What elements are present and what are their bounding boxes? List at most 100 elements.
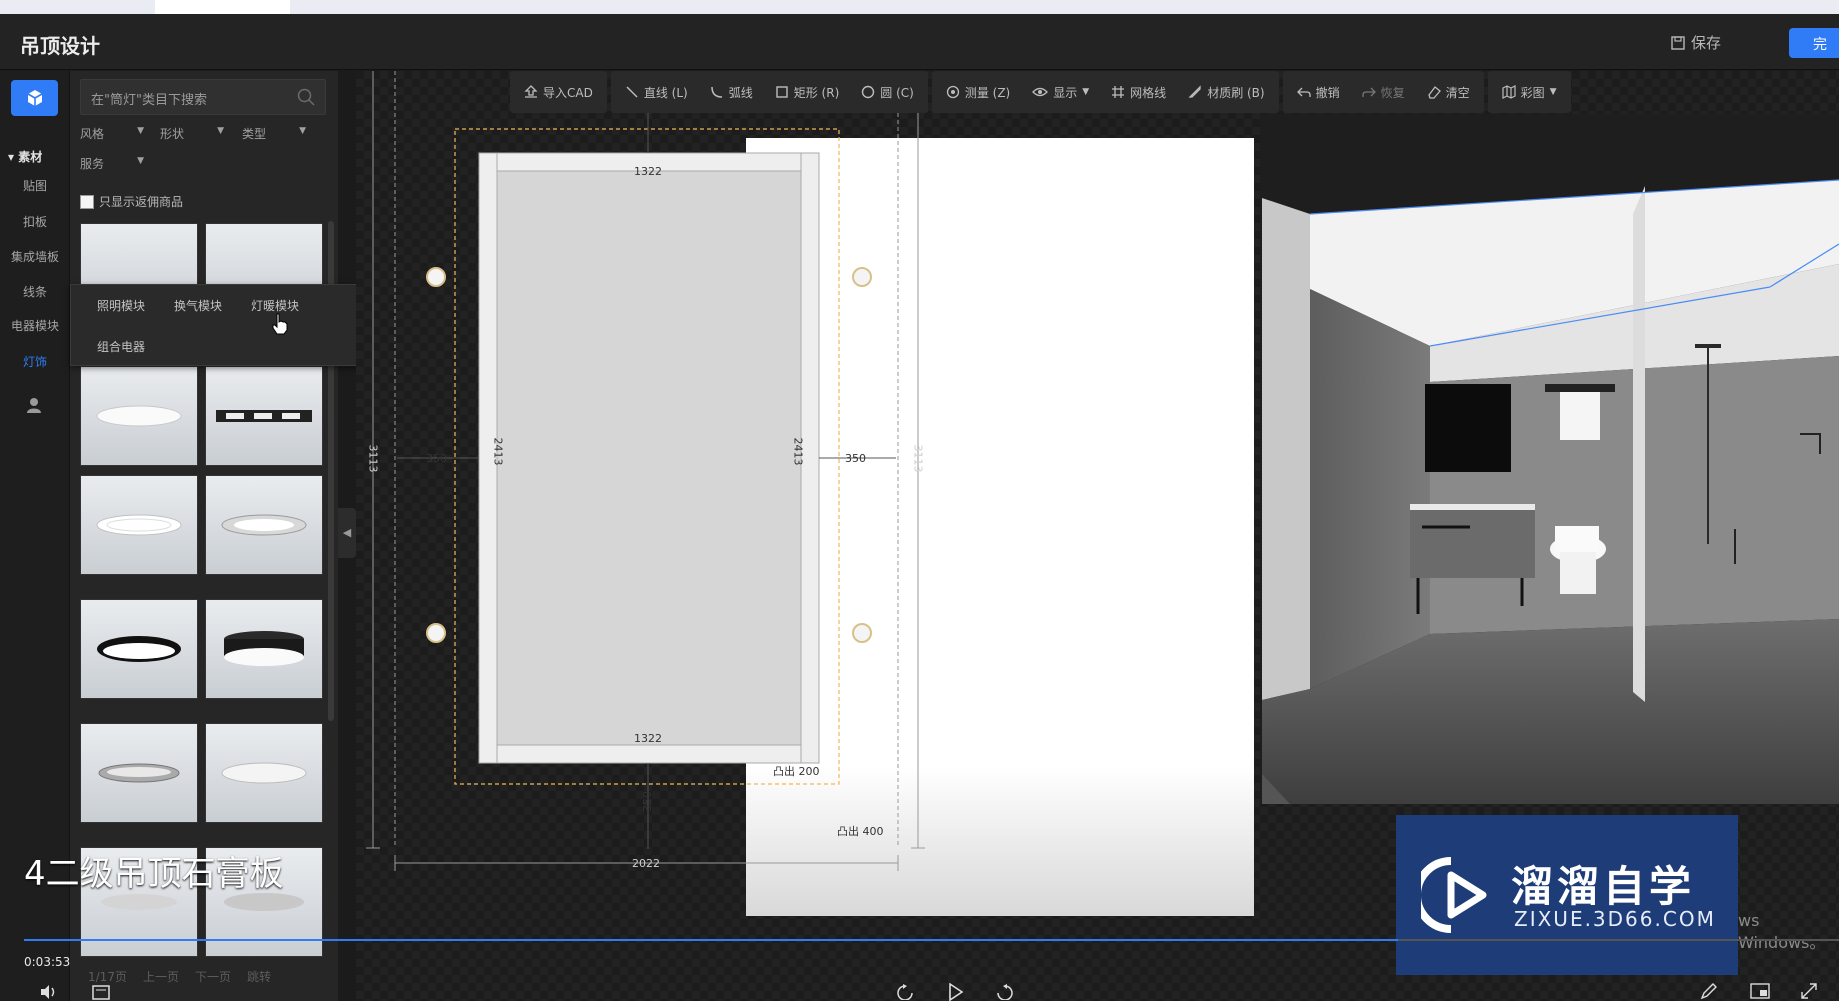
rail-item-materials[interactable]: ▾ 素材: [0, 148, 70, 165]
rail-item-appliances[interactable]: 电器模块: [0, 317, 70, 334]
rail-item-textures[interactable]: 贴图: [0, 177, 70, 194]
chevron-down-icon: ▼: [217, 126, 224, 136]
hand-cursor-icon: [272, 313, 288, 335]
page-title: 吊顶设计: [20, 34, 100, 58]
chevron-down-icon: ▼: [1549, 87, 1557, 97]
color-mode-dropdown[interactable]: 彩图 ▼: [1502, 84, 1557, 101]
menu-item-lighting-module[interactable]: 照明模块: [97, 297, 145, 314]
material-brush-label: 材质刷 (B): [1207, 85, 1265, 100]
play-icon[interactable]: [948, 983, 964, 1001]
filter-service[interactable]: 服务 ▼: [80, 155, 150, 172]
line-icon: [626, 86, 638, 98]
done-button[interactable]: 完: [1789, 28, 1839, 58]
toolbar-group-import: 导入CAD: [510, 71, 607, 113]
filter-style[interactable]: 风格 ▼: [80, 125, 150, 142]
save-button[interactable]: 保存: [1671, 32, 1721, 53]
redo-label: 恢复: [1380, 85, 1405, 100]
picture-in-picture-icon[interactable]: [1750, 983, 1770, 999]
search-input[interactable]: 在"筒灯"类目下搜索: [80, 79, 326, 115]
measure-tool-button[interactable]: 测量 (Z): [946, 84, 1010, 101]
fullscreen-icon[interactable]: [1800, 982, 1818, 1000]
product-thumbnail[interactable]: [205, 599, 323, 699]
rail-item-lines[interactable]: 线条: [0, 283, 70, 300]
import-cad-button[interactable]: 导入CAD: [524, 84, 593, 101]
filter-label: 风格: [80, 127, 105, 141]
toolbar-group-history: 撤销 恢复 清空: [1282, 71, 1484, 113]
dim-bottom-width: 1322: [634, 732, 662, 745]
checkbox-label: 只显示返佣商品: [99, 195, 184, 209]
user-icon[interactable]: [26, 397, 42, 417]
filter-label: 类型: [242, 127, 267, 141]
material-brush-button[interactable]: 材质刷 (B): [1188, 84, 1265, 101]
rail-item-label: 素材: [18, 150, 43, 164]
windows-activation-notice: ws Windows。: [1738, 910, 1825, 954]
dim-right-gap: 350: [845, 452, 866, 465]
display-dropdown[interactable]: 显示 ▼: [1032, 84, 1089, 101]
undo-button[interactable]: 撤销: [1296, 84, 1340, 101]
product-thumbnail[interactable]: [205, 366, 323, 466]
grid-toggle-button[interactable]: 网格线: [1111, 84, 1166, 101]
menu-item-combo-appliance[interactable]: 组合电器: [97, 338, 145, 355]
product-thumbnail[interactable]: [80, 723, 198, 823]
watermark-url: ZIXUE.3D66.COM: [1514, 907, 1716, 931]
arc-tool-button[interactable]: 弧线: [710, 84, 753, 101]
rail-item-lighting[interactable]: 灯饰: [0, 353, 70, 370]
video-progress-bar[interactable]: [24, 939, 1839, 941]
activation-line-2: Windows。: [1738, 933, 1826, 952]
model-library-button[interactable]: [11, 80, 58, 116]
volume-icon[interactable]: [40, 984, 58, 1000]
clear-label: 清空: [1445, 85, 1470, 100]
rewind-icon[interactable]: [895, 984, 915, 1000]
checkbox-box[interactable]: [80, 194, 94, 209]
chevron-down-icon: ▼: [1082, 87, 1090, 97]
rebate-only-checkbox[interactable]: 只显示返佣商品: [80, 193, 183, 210]
toolbar-group-draw: 直线 (L) 弧线 矩形 (R) 圆 (C): [610, 71, 928, 113]
browser-tab[interactable]: [155, 0, 290, 14]
toolbar-group-view: 测量 (Z) 显示 ▼ 网格线 材质刷 (B): [931, 71, 1279, 113]
arc-icon: [710, 86, 722, 98]
menu-item-ventilation-module[interactable]: 换气模块: [174, 297, 222, 314]
display-label: 显示: [1053, 85, 1078, 100]
product-thumbnail[interactable]: [205, 475, 323, 575]
product-thumbnail[interactable]: [80, 475, 198, 575]
product-thumbnail[interactable]: [205, 723, 323, 823]
dim-outer-width: 2022: [632, 857, 660, 870]
undo-icon: [1296, 87, 1311, 97]
dim-outer-height-right: 3113: [911, 444, 925, 473]
collapse-panel-button[interactable]: ◀: [338, 508, 356, 558]
title-bar: 吊顶设计 保存 完: [0, 14, 1839, 70]
playlist-icon[interactable]: [92, 984, 110, 1000]
line-tool-button[interactable]: 直线 (L): [625, 84, 688, 101]
dim-left-gap: 350: [426, 452, 447, 465]
circle-tool-button[interactable]: 圆 (C): [861, 84, 914, 101]
redo-button[interactable]: 恢复: [1361, 84, 1405, 101]
rail-item-wall-panels[interactable]: 集成墙板: [0, 248, 70, 265]
rectangle-icon: [776, 86, 788, 98]
filter-shape[interactable]: 形状 ▼: [160, 125, 230, 142]
menu-item-heating-module[interactable]: 灯暖模块: [251, 297, 299, 314]
line-tool-label: 直线 (L): [643, 85, 688, 100]
rect-tool-label: 矩形 (R): [793, 85, 840, 100]
save-icon: [1671, 35, 1685, 50]
clear-button[interactable]: 清空: [1427, 84, 1470, 101]
product-thumbnail[interactable]: [80, 599, 198, 699]
filter-type[interactable]: 类型 ▼: [242, 125, 312, 142]
eye-icon: [1032, 87, 1049, 97]
undo-label: 撤销: [1315, 85, 1340, 100]
3d-preview[interactable]: [1260, 114, 1839, 804]
product-thumbnail[interactable]: [80, 366, 198, 466]
dim-top-width: 1322: [634, 165, 662, 178]
grid-label: 网格线: [1130, 85, 1167, 100]
redo-icon: [1361, 87, 1376, 97]
filter-label: 服务: [80, 157, 105, 171]
import-cad-label: 导入CAD: [543, 85, 593, 100]
search-icon[interactable]: [297, 88, 315, 106]
dim-bottom-gap: 350: [641, 791, 654, 812]
forward-icon[interactable]: [995, 984, 1015, 1000]
pen-icon[interactable]: [1700, 982, 1718, 1000]
circle-tool-label: 圆 (C): [880, 85, 914, 100]
dim-right-inner: 2413: [791, 437, 805, 466]
rail-item-panels[interactable]: 扣板: [0, 213, 70, 230]
video-controls: [0, 980, 1839, 1001]
rect-tool-button[interactable]: 矩形 (R): [775, 84, 840, 101]
